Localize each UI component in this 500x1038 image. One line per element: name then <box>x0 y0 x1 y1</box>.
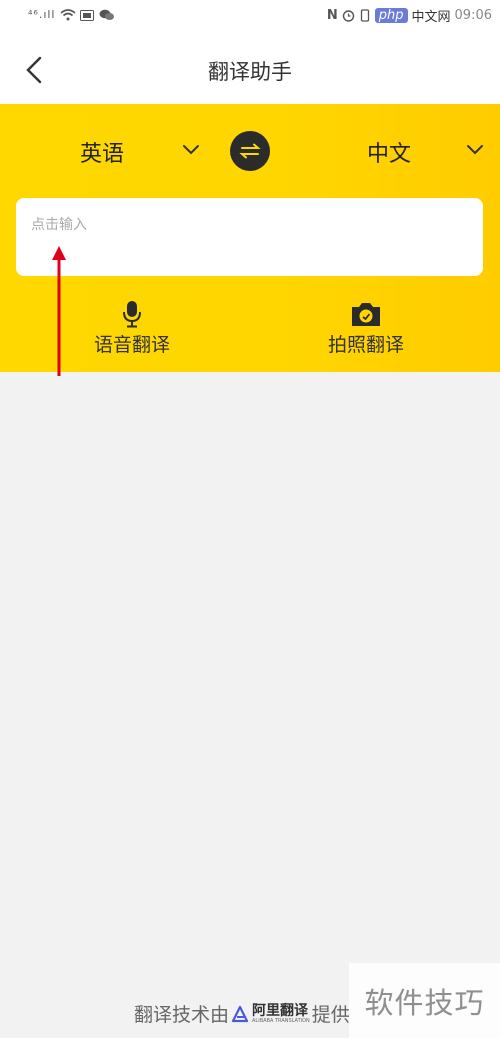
footer-credit: 翻译技术由 阿里翻译 ALIBABA TRANSLATION 提供 <box>134 1000 350 1027</box>
wifi-icon <box>60 9 76 21</box>
chevron-down-icon[interactable] <box>465 143 485 157</box>
footer-prefix: 翻译技术由 <box>134 1004 230 1026</box>
wechat-icon <box>99 9 114 20</box>
camera-icon <box>352 303 380 326</box>
alarm-icon <box>342 10 354 22</box>
page-title: 翻译助手 <box>208 60 292 84</box>
voice-translate-label: 语音翻译 <box>93 334 170 356</box>
alibaba-logo-icon <box>231 1005 249 1022</box>
swap-icon <box>239 143 261 159</box>
sim-icon <box>80 9 95 21</box>
photo-translate-label: 拍照翻译 <box>327 334 404 356</box>
status-bar: ⁴⁶.ıll N php 中文网 09:06 <box>0 0 500 36</box>
voice-translate-button[interactable]: 语音翻译 <box>72 300 192 357</box>
footer-suffix: 提供 <box>311 1004 350 1026</box>
microphone-icon <box>123 301 141 328</box>
vibrate-icon <box>360 9 369 22</box>
target-language-select[interactable]: 中文 <box>367 136 411 168</box>
source-language-select[interactable]: 英语 <box>80 136 124 168</box>
alibaba-translation-logo: 阿里翻译 ALIBABA TRANSLATION <box>231 1004 310 1024</box>
nfc-icon: N <box>326 8 338 23</box>
signal-icon: ⁴⁶.ıll <box>28 8 56 21</box>
translate-panel: 英语 中文 语音翻译 拍照翻译 <box>0 104 500 372</box>
status-left-icons: ⁴⁶.ıll <box>28 8 115 21</box>
watermark: 软件技巧 <box>349 963 500 1038</box>
php-site-label: 中文网 <box>411 10 451 25</box>
swap-languages-button[interactable] <box>230 131 270 171</box>
brand-name: 阿里翻译 <box>252 1002 309 1019</box>
brand-subtitle: ALIBABA TRANSLATION <box>252 1017 310 1024</box>
status-right-icons: N php 中文网 09:06 <box>327 6 492 25</box>
nav-bar: 翻译助手 <box>0 36 500 104</box>
clock: 09:06 <box>454 8 492 23</box>
translate-input[interactable] <box>16 198 483 276</box>
php-badge: php <box>374 8 408 23</box>
chevron-down-icon[interactable] <box>181 143 201 157</box>
annotation-arrow-icon <box>52 246 66 376</box>
photo-translate-button[interactable]: 拍照翻译 <box>306 300 426 357</box>
